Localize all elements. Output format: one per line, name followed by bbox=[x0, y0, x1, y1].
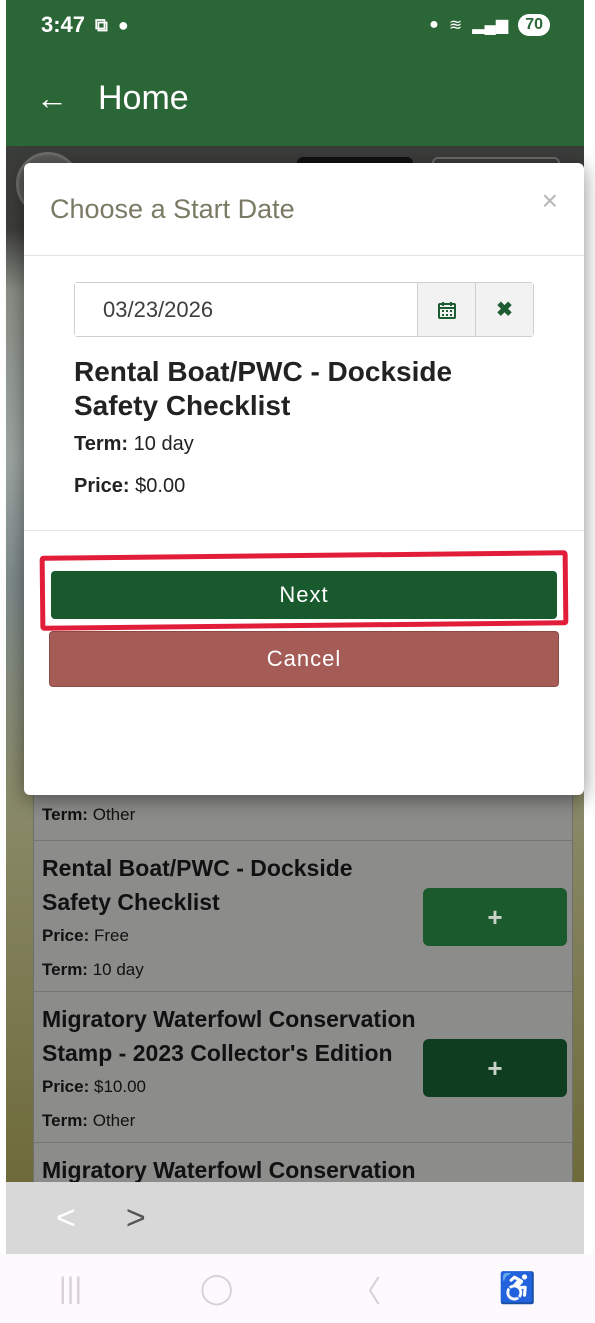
status-right: ● ≋ ▂▄▆ 70 bbox=[429, 14, 550, 36]
product-title: Rental Boat/PWC - Dockside Safety Checkl… bbox=[74, 356, 453, 421]
close-icon[interactable]: × bbox=[542, 185, 558, 217]
product-list: Term: Other Rental Boat/PWC - Dockside S… bbox=[33, 780, 573, 1182]
date-picker-group: ✖ bbox=[74, 282, 534, 337]
app-header: ← Home bbox=[6, 50, 584, 146]
back-icon[interactable]: 〈 bbox=[351, 1267, 381, 1311]
list-item-title: Migratory Waterfowl Conservation bbox=[42, 1157, 416, 1182]
battery-indicator: 70 bbox=[518, 14, 550, 36]
back-arrow-icon[interactable]: ← bbox=[36, 82, 68, 114]
start-date-modal: Choose a Start Date × ✖ bbox=[24, 163, 584, 795]
modal-header: Choose a Start Date × bbox=[24, 163, 584, 256]
calendar-icon-graphic bbox=[437, 301, 456, 319]
browser-nav-bar: < > bbox=[6, 1182, 584, 1254]
product-price: Price: $0.00 bbox=[74, 475, 186, 497]
add-to-cart-button[interactable]: + bbox=[423, 888, 567, 946]
status-left: 3:47 ⧉ ● bbox=[41, 12, 129, 38]
location-icon: ● bbox=[429, 16, 439, 33]
wifi-icon: ≋ bbox=[448, 17, 463, 34]
page-title: Home bbox=[98, 78, 189, 117]
calendar-icon[interactable] bbox=[417, 283, 475, 336]
status-bar: 3:47 ⧉ ● ● ≋ ▂▄▆ 70 bbox=[6, 0, 584, 50]
list-item: Migratory Waterfowl Conservation Stamp -… bbox=[34, 991, 572, 1142]
highlight-annotation bbox=[39, 550, 569, 631]
add-to-cart-button[interactable]: + bbox=[423, 1039, 567, 1097]
list-item-term: Term: 10 day bbox=[42, 960, 144, 979]
list-item-term: Term: Other bbox=[42, 805, 136, 824]
signal-icon: ▂▄▆ bbox=[472, 17, 509, 34]
start-date-input[interactable] bbox=[75, 283, 417, 336]
accessibility-icon[interactable]: ♿ bbox=[499, 1271, 536, 1306]
clear-date-icon[interactable]: ✖ bbox=[475, 283, 533, 336]
list-item-title: Rental Boat/PWC - Dockside Safety Checkl… bbox=[42, 855, 353, 915]
list-item-term: Term: Other bbox=[42, 1111, 136, 1130]
system-nav-bar: ||| ◯ 〈 ♿ bbox=[0, 1254, 595, 1323]
cancel-button[interactable]: Cancel bbox=[49, 631, 559, 687]
status-time: 3:47 bbox=[41, 12, 86, 37]
browser-forward-button[interactable]: > bbox=[126, 1199, 146, 1238]
location-icon: ● bbox=[117, 14, 129, 35]
list-item-title: Migratory Waterfowl Conservation Stamp -… bbox=[42, 1006, 416, 1066]
browser-back-button[interactable]: < bbox=[56, 1199, 76, 1238]
screenshot-icon: ⧉ bbox=[95, 14, 108, 35]
recent-apps-icon[interactable]: ||| bbox=[59, 1272, 82, 1306]
product-term: Term: 10 day bbox=[74, 433, 194, 455]
modal-body: ✖ Rental Boat/PWC - Dockside Safety Chec… bbox=[24, 256, 584, 531]
list-item: Rental Boat/PWC - Dockside Safety Checkl… bbox=[34, 840, 572, 991]
home-icon[interactable]: ◯ bbox=[200, 1271, 234, 1306]
list-item: Migratory Waterfowl Conservation bbox=[34, 1142, 572, 1182]
modal-title: Choose a Start Date bbox=[50, 193, 295, 224]
